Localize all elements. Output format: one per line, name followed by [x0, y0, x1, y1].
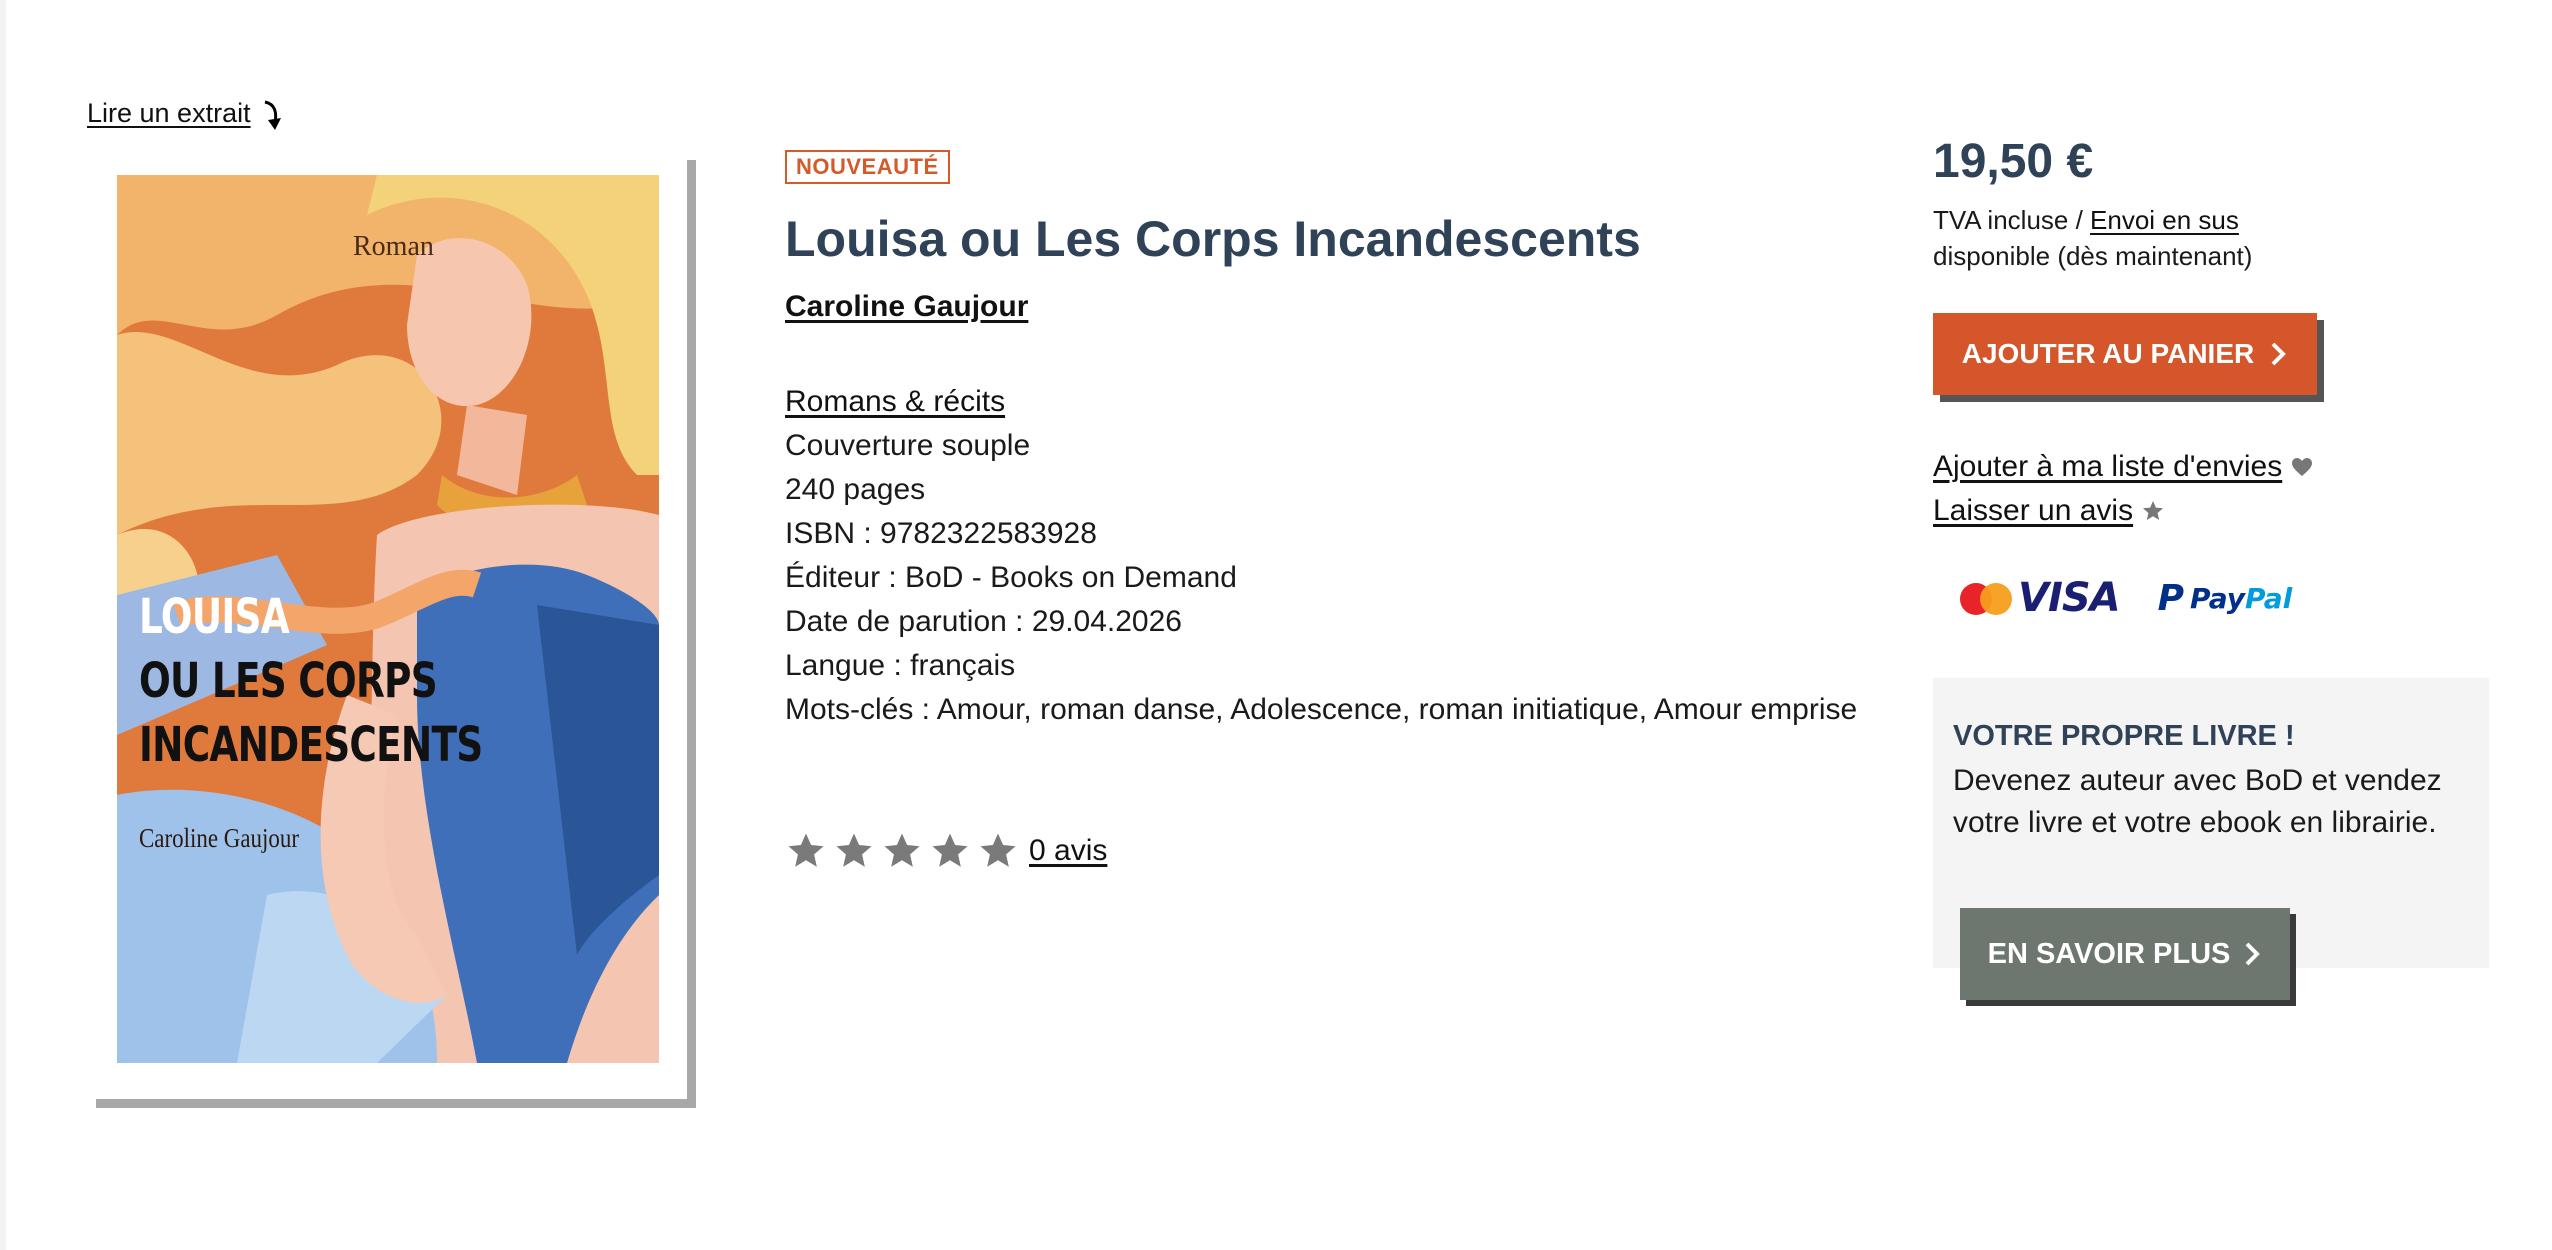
paypal-pal: Pal [2245, 581, 2293, 615]
chevron-right-icon [2271, 342, 2287, 366]
chevron-right-icon [2245, 942, 2261, 966]
detail-binding: Couverture souple [785, 429, 1031, 462]
detail-publisher: Éditeur : BoD - Books on Demand [785, 561, 1237, 594]
star-icon [932, 833, 968, 867]
add-to-cart-label: AJOUTER AU PANIER [1961, 338, 2255, 369]
author-link[interactable]: Caroline Gaujour [785, 290, 1028, 324]
wishlist-row: Ajouter à ma liste d'envies [1933, 450, 2314, 484]
star-icon [980, 833, 1016, 867]
add-to-cart-button[interactable]: AJOUTER AU PANIER [1933, 313, 2317, 395]
star-icon [836, 833, 872, 867]
promo-text: Devenez auteur avec BoD et vendez votre … [1953, 764, 2442, 839]
paypal-icon: P [2157, 577, 2184, 619]
star-icon [884, 833, 920, 867]
wishlist-link[interactable]: Ajouter à ma liste d'envies [1933, 450, 2282, 484]
book-title: Louisa ou Les Corps Incandescents [785, 211, 1641, 267]
heart-icon [2292, 458, 2313, 476]
leave-review-link[interactable]: Laisser un avis [1933, 494, 2133, 528]
paypal-pay: Pay [2190, 581, 2246, 615]
cover-title-line: OU LES CORPS [139, 653, 438, 709]
read-excerpt-label: Lire un extrait [87, 97, 251, 128]
availability: disponible (dès maintenant) [1933, 241, 2253, 271]
book-details: Romans & récits Couverture souple 240 pa… [785, 380, 1865, 732]
star-icon [2143, 501, 2164, 520]
detail-publication-date: Date de parution : 29.04.2026 [785, 605, 1182, 638]
read-excerpt-link[interactable]: Lire un extrait [87, 92, 287, 134]
payment-methods: VISA P PayPal [1960, 575, 2292, 621]
cover-genre: Roman [353, 231, 434, 262]
promo-title: VOTRE PROPRE LIVRE ! [1953, 720, 2295, 752]
paypal-logo: P PayPal [2158, 578, 2293, 619]
visa-logo: VISA [2018, 575, 2121, 621]
cover-title: LOUISA OU LES CORPS INCANDESCENTS [139, 585, 483, 777]
detail-isbn: ISBN : 9782322583928 [785, 517, 1097, 550]
tax-label: TVA incluse / [1933, 205, 2091, 235]
cover-title-line: INCANDESCENTS [139, 717, 483, 773]
star-icon [788, 833, 824, 867]
shipping-link[interactable]: Envoi en sus [2090, 205, 2239, 235]
reviews-link[interactable]: 0 avis [1029, 834, 1107, 868]
arrow-down-curved-icon [264, 100, 281, 130]
mastercard-icon [1960, 581, 2014, 615]
book-cover[interactable]: Roman LOUISA OU LES CORPS INCANDESCENTS … [87, 151, 687, 1099]
cover-illustration: Roman LOUISA OU LES CORPS INCANDESCENTS … [117, 175, 659, 1063]
learn-more-button[interactable]: EN SAVOIR PLUS [1960, 908, 2290, 1000]
new-badge: NOUVEAUTÉ [785, 150, 950, 184]
detail-language: Langue : français [785, 649, 1016, 682]
tax-info: TVA incluse / Envoi en sus disponible (d… [1933, 202, 2252, 274]
cover-author: Caroline Gaujour [139, 823, 299, 853]
learn-more-label: EN SAVOIR PLUS [1987, 937, 2231, 970]
detail-keywords: Mots-clés : Amour, roman danse, Adolesce… [785, 693, 1858, 726]
rating: 0 avis [785, 830, 1107, 872]
page-edge [0, 0, 6, 1250]
leave-review-row: Laisser un avis [1933, 494, 2165, 528]
detail-pages: 240 pages [785, 473, 926, 506]
price: 19,50 € [1933, 135, 2094, 188]
cover-title-line: LOUISA [139, 589, 290, 645]
category-link[interactable]: Romans & récits [785, 385, 1005, 418]
mastercard-visa-logo: VISA [1960, 575, 2121, 621]
